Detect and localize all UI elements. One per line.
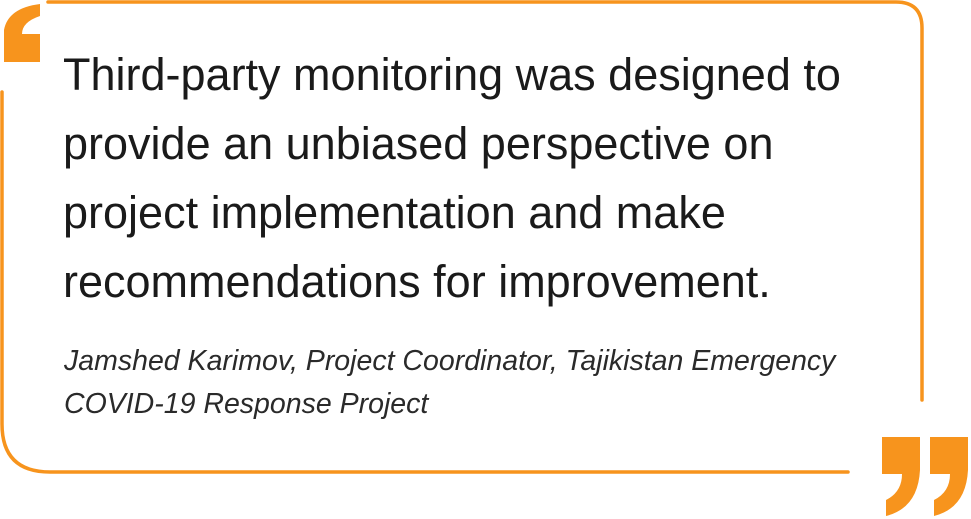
quote-text: Third-party monitoring was designed to p…: [63, 49, 841, 307]
quote-attribution: Jamshed Karimov, Project Coordinator, Ta…: [64, 345, 836, 420]
close-quote-icon: [882, 437, 968, 516]
open-quote-icon: [4, 4, 40, 62]
